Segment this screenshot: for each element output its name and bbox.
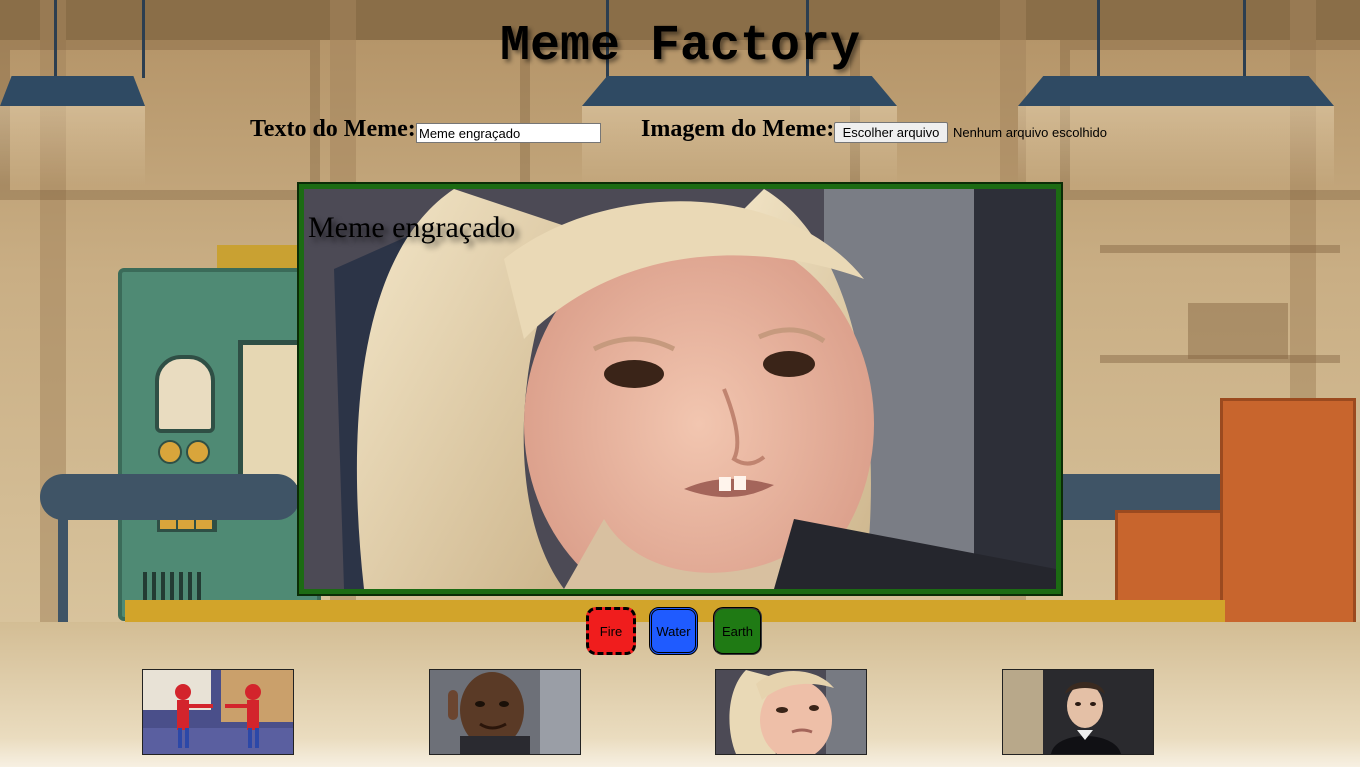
file-status-text: Nenhum arquivo escolhido (953, 125, 1107, 140)
preset-meme-gallery (0, 669, 1360, 755)
shelf (1100, 245, 1340, 253)
meme-controls: Texto do Meme: Imagem do Meme: Escolher … (0, 116, 1360, 146)
side-eye-girl-thumbnail (716, 670, 866, 754)
ceiling-lamp (0, 76, 145, 106)
text-input-label: Texto do Meme: (250, 116, 416, 142)
roll-safe-thumbnail (430, 670, 580, 754)
page-title: Meme Factory (499, 18, 861, 75)
businessman-look-thumbnail (1003, 670, 1153, 754)
image-input-label: Imagem do Meme: (641, 116, 835, 142)
preset-thumbnail-businessman[interactable] (1002, 669, 1154, 755)
meme-caption: Meme engraçado (308, 211, 516, 244)
earth-border-button[interactable]: Earth (713, 607, 762, 655)
ceiling-lamp (1018, 76, 1334, 106)
preset-thumbnail-roll-safe[interactable] (429, 669, 581, 755)
fire-border-button[interactable]: Fire (586, 607, 636, 655)
meme-text-input[interactable] (416, 123, 601, 143)
water-border-button[interactable]: Water (649, 607, 698, 655)
preset-thumbnail-spiderman[interactable] (142, 669, 294, 755)
shelf-box (1188, 303, 1288, 359)
side-eye-girl-photo (304, 189, 1056, 589)
machine-vents (143, 572, 205, 600)
machine-dial (158, 440, 182, 464)
meme-image-container: Meme engraçado (297, 182, 1063, 596)
conveyor-belt (40, 474, 300, 520)
spiderman-pointing-thumbnail (143, 670, 293, 754)
machine-gauge (155, 355, 215, 433)
conveyor-post (58, 500, 68, 622)
border-style-buttons: Fire Water Earth (0, 607, 1360, 657)
ceiling-lamp (582, 76, 897, 106)
machine-dial (186, 440, 210, 464)
cardboard-crate (1220, 398, 1356, 628)
preset-thumbnail-side-eye-girl[interactable] (715, 669, 867, 755)
choose-file-button[interactable]: Escolher arquivo (834, 122, 948, 143)
